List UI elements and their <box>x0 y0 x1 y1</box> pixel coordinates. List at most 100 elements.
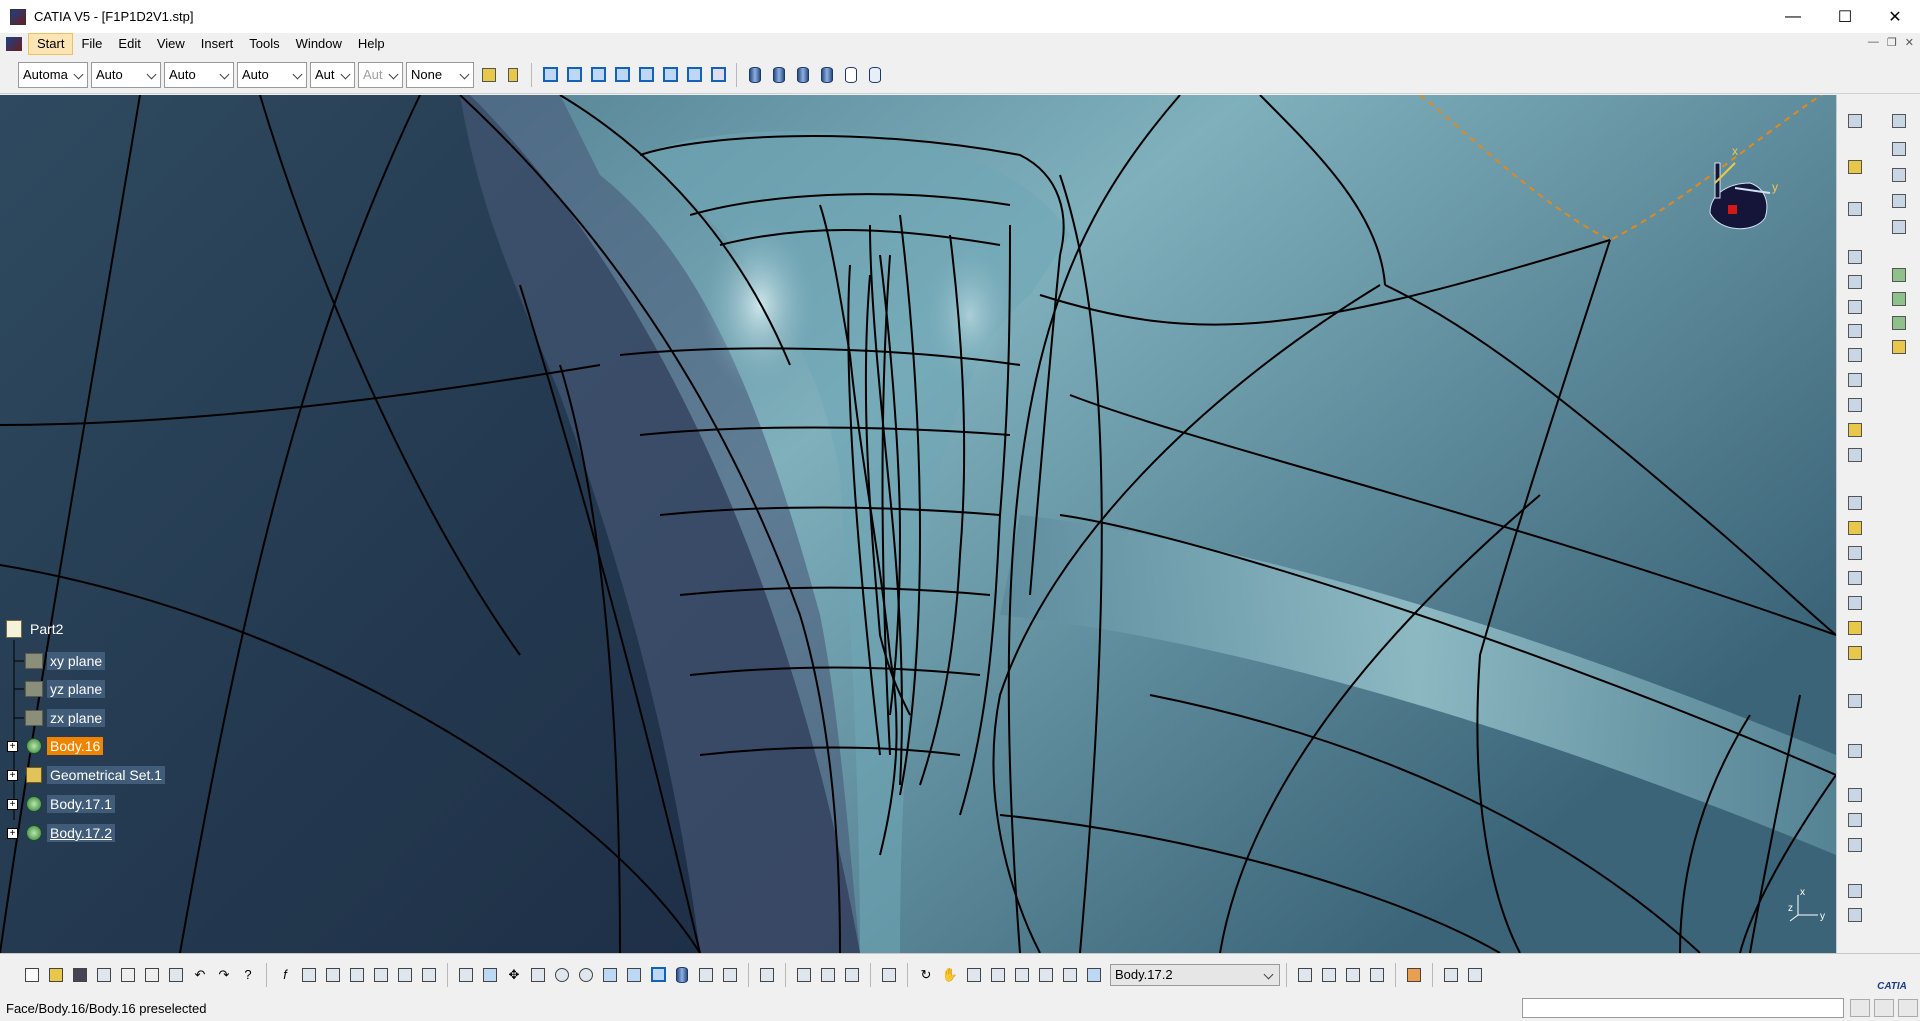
painter-icon[interactable] <box>479 65 499 85</box>
tree-expander[interactable]: + <box>7 770 18 781</box>
thick-surface-icon[interactable] <box>1845 518 1865 538</box>
rib-icon[interactable] <box>1845 345 1865 365</box>
draft-analysis-icon[interactable] <box>1889 289 1909 309</box>
view-isometric-icon[interactable] <box>540 65 560 85</box>
curve-icon[interactable] <box>1036 965 1056 985</box>
view-left-icon[interactable] <box>612 65 632 85</box>
pocket-icon[interactable] <box>1845 272 1865 292</box>
tree-item-label[interactable]: yz plane <box>47 680 106 698</box>
measure-inertia-icon[interactable] <box>842 965 862 985</box>
shading-no-smooth-edges-icon[interactable] <box>793 65 813 85</box>
status-bar-button[interactable] <box>1850 999 1870 1017</box>
cut-icon[interactable] <box>118 965 138 985</box>
3d-viewport[interactable]: x y x y z Part2 xy plane yz plane zx pla… <box>0 95 1836 953</box>
tree-item-zx-plane[interactable]: zx plane <box>24 707 106 729</box>
properties-wand-icon[interactable] <box>503 65 523 85</box>
annotation-icon[interactable] <box>1845 881 1865 901</box>
catia-app-icon[interactable] <box>10 8 26 25</box>
hole-icon[interactable] <box>1845 321 1865 341</box>
hand-icon[interactable]: ✋ <box>940 965 960 985</box>
menu-view[interactable]: View <box>149 33 193 55</box>
tree-icon[interactable] <box>988 965 1008 985</box>
view-top-icon[interactable] <box>660 65 680 85</box>
define-in-work-object-icon[interactable] <box>1084 965 1104 985</box>
tree-expander[interactable]: + <box>7 799 18 810</box>
menu-file[interactable]: File <box>73 33 110 55</box>
parameter-icon[interactable] <box>323 965 343 985</box>
macro-icon[interactable] <box>1404 965 1424 985</box>
tree-expander[interactable]: + <box>7 828 18 839</box>
compass-widget[interactable]: x y <box>1690 133 1800 243</box>
chamfer-icon[interactable] <box>1845 420 1865 440</box>
line-type-combo[interactable]: Auto <box>237 61 307 88</box>
fit-all-icon[interactable] <box>480 965 500 985</box>
material-library-icon[interactable] <box>1319 965 1339 985</box>
status-bar-button[interactable] <box>1874 999 1894 1017</box>
status-bar-button[interactable] <box>1898 999 1918 1017</box>
constraint-icon[interactable] <box>1845 741 1865 761</box>
shading-icon[interactable] <box>745 65 765 85</box>
zoom-out-icon[interactable] <box>576 965 596 985</box>
tree-item-geometrical-set[interactable]: Geometrical Set.1 <box>24 764 166 786</box>
current-body-select[interactable]: Body.17.2 <box>1110 963 1280 986</box>
tree-item-label[interactable]: Body.17.1 <box>47 795 116 813</box>
options-icon[interactable] <box>1465 965 1485 985</box>
view-right-icon[interactable] <box>636 65 656 85</box>
menu-window[interactable]: Window <box>288 33 350 55</box>
sketcher-icon[interactable] <box>1845 111 1865 131</box>
edge-fillet-icon[interactable] <box>1845 395 1865 415</box>
measure-icon[interactable] <box>1889 111 1909 131</box>
law-icon[interactable] <box>419 965 439 985</box>
reference-element-icon[interactable] <box>1845 785 1865 805</box>
iso-view-icon[interactable] <box>648 965 668 985</box>
rotate-icon[interactable] <box>528 965 548 985</box>
paste-icon[interactable] <box>166 965 186 985</box>
menu-tools[interactable]: Tools <box>241 33 287 55</box>
tree-item-label[interactable]: xy plane <box>47 652 106 670</box>
lighting-icon[interactable] <box>1367 965 1387 985</box>
view-front-icon[interactable] <box>564 65 584 85</box>
tree-expander[interactable]: + <box>7 741 18 752</box>
edit-sketch-icon[interactable] <box>1845 199 1865 219</box>
point-symbol-combo[interactable]: Aut <box>310 61 355 88</box>
design-table-icon[interactable] <box>347 965 367 985</box>
pattern-icon[interactable] <box>1845 643 1865 663</box>
tree-root[interactable]: Part2 <box>4 618 66 640</box>
minimize-button[interactable]: — <box>1770 0 1816 33</box>
pad-icon[interactable] <box>1845 247 1865 267</box>
menu-help[interactable]: Help <box>350 33 393 55</box>
document-icon[interactable] <box>6 37 22 51</box>
draft-icon[interactable] <box>1845 445 1865 465</box>
fill-color-combo[interactable]: Automa <box>18 61 88 88</box>
tree-item-body-17-2[interactable]: Body.17.2 <box>24 822 116 844</box>
mirror-icon[interactable] <box>1845 618 1865 638</box>
close-button[interactable]: ✕ <box>1872 0 1918 33</box>
tools-palette-icon[interactable] <box>1441 965 1461 985</box>
catalog-icon[interactable] <box>395 965 415 985</box>
normal-view-icon[interactable] <box>600 965 620 985</box>
swap-visible-icon[interactable] <box>720 965 740 985</box>
fly-mode-icon[interactable] <box>456 965 476 985</box>
tree-item-yz-plane[interactable]: yz plane <box>24 678 106 700</box>
wireframe-icon[interactable] <box>841 65 861 85</box>
analysis-icon[interactable] <box>1889 265 1909 285</box>
scan-icon[interactable] <box>879 965 899 985</box>
menu-edit[interactable]: Edit <box>110 33 148 55</box>
mdi-restore-icon[interactable]: ❐ <box>1887 36 1897 49</box>
translate-icon[interactable] <box>1845 593 1865 613</box>
compass-handle[interactable] <box>1728 205 1737 214</box>
named-views-icon[interactable] <box>708 65 728 85</box>
save-icon[interactable] <box>70 965 90 985</box>
catalog-browser-icon[interactable] <box>1295 965 1315 985</box>
open-icon[interactable] <box>46 965 66 985</box>
layer-combo[interactable]: None <box>406 61 474 88</box>
grid-icon[interactable] <box>1845 810 1865 830</box>
render-style-icon[interactable] <box>672 965 692 985</box>
boolean-icon[interactable] <box>1845 691 1865 711</box>
pan-icon[interactable]: ✥ <box>504 965 524 985</box>
view-bottom-icon[interactable] <box>684 65 704 85</box>
comment-icon[interactable] <box>299 965 319 985</box>
maximize-button[interactable]: ☐ <box>1822 0 1868 33</box>
measure-between-icon[interactable] <box>794 965 814 985</box>
undo-icon[interactable]: ↶ <box>190 965 210 985</box>
